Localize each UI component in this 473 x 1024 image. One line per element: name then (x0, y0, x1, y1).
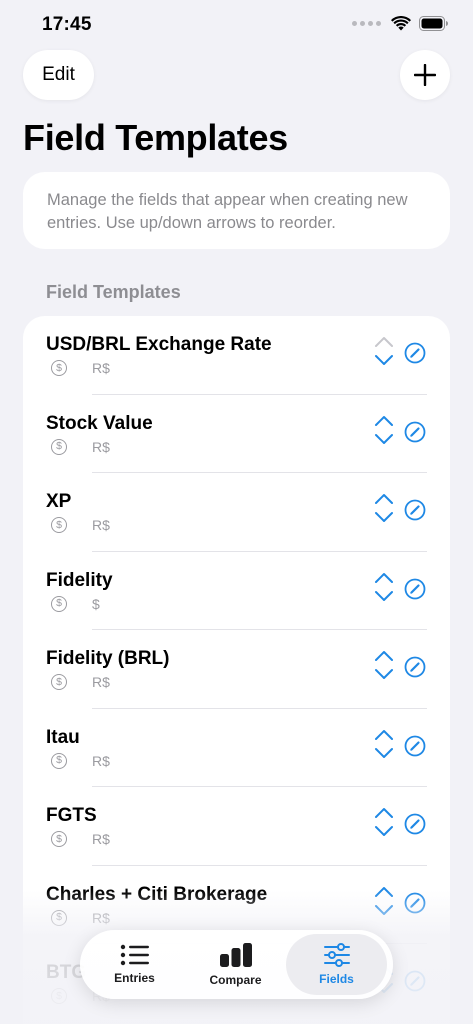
field-meta: $ R$ (51, 831, 110, 847)
field-row[interactable]: XP $ R$ (23, 473, 450, 552)
field-name: Itau (46, 726, 80, 748)
currency-icon: $ (51, 988, 67, 1004)
tab-entries-label: Entries (114, 971, 155, 985)
reorder-controls (372, 804, 396, 844)
move-up-icon[interactable] (372, 333, 396, 351)
battery-icon (419, 16, 448, 31)
move-up-icon[interactable] (372, 490, 396, 508)
move-down-icon[interactable] (372, 587, 396, 607)
field-name: XP (46, 491, 72, 512)
field-unit: R$ (92, 909, 110, 926)
field-row[interactable]: Stock Value $ R$ (23, 395, 450, 473)
reorder-controls (372, 490, 396, 530)
field-row[interactable]: USD/BRL Exchange Rate $ R$ (23, 316, 450, 395)
field-unit: $ (92, 595, 100, 612)
currency-icon: $ (51, 752, 67, 769)
move-down-icon[interactable] (372, 822, 396, 842)
status-bar: 17:45 (0, 0, 473, 52)
field-unit: R$ (92, 674, 110, 690)
page-title: Field Templates (23, 117, 288, 158)
field-meta: $ R$ (51, 438, 110, 455)
field-list: USD/BRL Exchange Rate $ R$ Stock Value $ R$ XP… (23, 316, 450, 1024)
bar-chart-icon (219, 943, 252, 967)
move-up-icon[interactable] (372, 804, 396, 822)
tab-fields[interactable]: Fields (286, 934, 387, 995)
field-unit: R$ (92, 831, 110, 847)
field-row[interactable]: Fidelity $ $ (23, 552, 450, 630)
move-up-icon[interactable] (372, 569, 396, 587)
reorder-controls (372, 883, 396, 923)
reorder-controls (372, 726, 396, 766)
move-down-icon[interactable] (372, 508, 396, 528)
tab-fields-label: Fields (319, 972, 354, 986)
edit-field-icon[interactable] (404, 970, 426, 992)
field-unit: R$ (92, 517, 110, 533)
move-down-icon[interactable] (372, 351, 396, 371)
tab-compare-label: Compare (209, 973, 262, 987)
field-row[interactable]: Itau $ R$ (23, 709, 450, 787)
field-meta: $ R$ (51, 360, 110, 376)
reorder-controls (372, 333, 396, 373)
add-field-button[interactable] (400, 50, 450, 100)
move-up-icon[interactable] (372, 883, 396, 901)
cellular-signal-icon (352, 21, 381, 26)
edit-field-icon[interactable] (404, 813, 426, 835)
field-meta: $ R$ (51, 909, 110, 926)
field-name: FGTS (46, 805, 97, 826)
currency-icon: $ (51, 595, 67, 612)
description-text: Manage the fields that appear when creat… (47, 191, 408, 232)
move-down-icon[interactable] (372, 901, 396, 921)
reorder-controls (372, 647, 396, 687)
currency-icon: $ (51, 517, 67, 533)
status-time: 17:45 (42, 14, 92, 35)
field-row[interactable]: Fidelity (BRL) $ R$ (23, 630, 450, 709)
move-up-icon[interactable] (372, 647, 396, 665)
currency-icon: $ (51, 360, 67, 376)
section-header: Field Templates (46, 282, 181, 302)
edit-field-icon[interactable] (404, 421, 426, 443)
field-name: USD/BRL Exchange Rate (46, 334, 272, 355)
reorder-controls (372, 569, 396, 609)
edit-field-icon[interactable] (404, 342, 426, 364)
field-unit: R$ (92, 752, 110, 769)
tab-entries[interactable]: Entries (84, 934, 185, 995)
edit-field-icon[interactable] (404, 656, 426, 678)
field-name: Stock Value (46, 412, 153, 434)
edit-field-icon[interactable] (404, 892, 426, 914)
tab-compare[interactable]: Compare (185, 934, 286, 995)
move-down-icon[interactable] (372, 430, 396, 450)
plus-icon (414, 64, 436, 86)
edit-field-icon[interactable] (404, 578, 426, 600)
field-name: Fidelity (BRL) (46, 648, 170, 669)
move-down-icon[interactable] (372, 665, 396, 685)
field-unit: R$ (92, 438, 110, 455)
currency-icon: $ (51, 674, 67, 690)
move-down-icon[interactable] (372, 744, 396, 764)
move-up-icon[interactable] (372, 726, 396, 744)
reorder-controls (372, 412, 396, 452)
field-meta: $ R$ (51, 752, 110, 769)
field-name: Fidelity (46, 569, 113, 591)
currency-icon: $ (51, 831, 67, 847)
edit-button[interactable]: Edit (23, 50, 94, 100)
field-meta: $ R$ (51, 674, 110, 690)
field-unit: R$ (92, 360, 110, 376)
edit-field-icon[interactable] (404, 735, 426, 757)
list-icon (120, 944, 149, 966)
description-card: Manage the fields that appear when creat… (23, 172, 450, 249)
currency-icon: $ (51, 438, 67, 455)
wifi-icon (391, 16, 411, 31)
field-name: Charles + Citi Brokerage (46, 883, 268, 905)
move-up-icon[interactable] (372, 412, 396, 430)
status-icons (352, 16, 449, 31)
sliders-icon (323, 943, 350, 967)
currency-icon: $ (51, 909, 67, 926)
edit-field-icon[interactable] (404, 499, 426, 521)
field-meta: $ R$ (51, 517, 110, 533)
tab-bar: Entries Compare Fields (80, 930, 393, 999)
field-meta: $ $ (51, 595, 100, 612)
field-row[interactable]: FGTS $ R$ (23, 787, 450, 866)
